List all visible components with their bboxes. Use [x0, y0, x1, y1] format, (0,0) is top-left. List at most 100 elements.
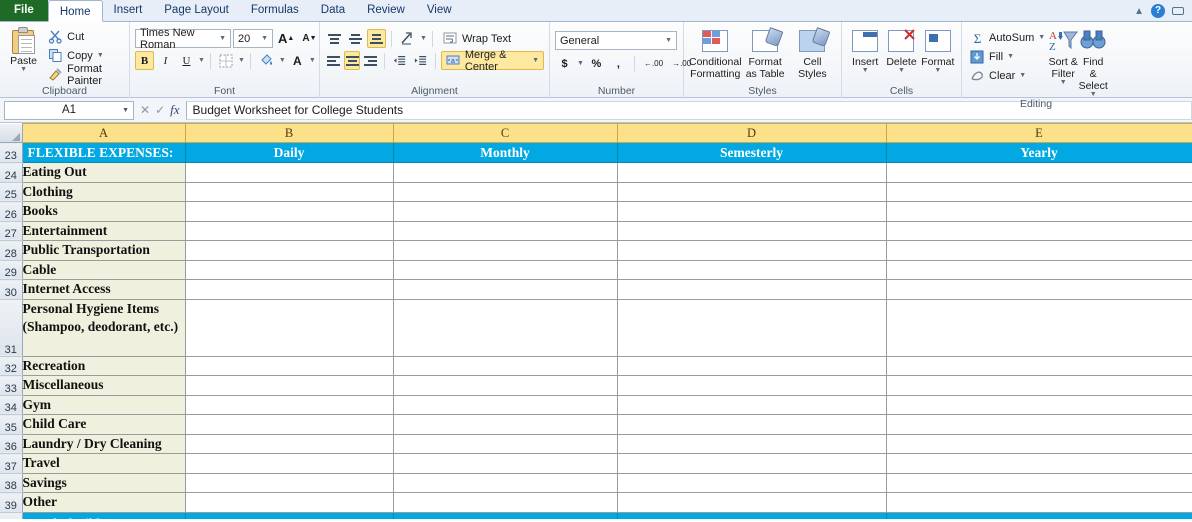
- value-yearly[interactable]: [886, 473, 1192, 493]
- insert-function-icon[interactable]: fx: [170, 102, 179, 118]
- delete-cells-button[interactable]: Delete ▼: [883, 27, 919, 74]
- value-monthly[interactable]: [393, 280, 617, 300]
- value-daily[interactable]: [185, 280, 393, 300]
- row-header-31[interactable]: 31: [0, 299, 22, 356]
- value-monthly[interactable]: [393, 299, 617, 356]
- value-yearly[interactable]: [886, 280, 1192, 300]
- expense-label[interactable]: Books: [22, 202, 185, 222]
- clear-dropdown-arrow[interactable]: ▼: [1019, 73, 1026, 79]
- value-monthly[interactable]: [393, 434, 617, 454]
- row-header-25[interactable]: 25: [0, 182, 22, 202]
- fill-dropdown-arrow[interactable]: ▼: [1007, 54, 1014, 60]
- value-yearly[interactable]: [886, 454, 1192, 474]
- font-size-input[interactable]: 20 ▼: [233, 29, 273, 48]
- value-yearly[interactable]: [886, 356, 1192, 376]
- italic-button[interactable]: I: [156, 51, 175, 70]
- value-semesterly[interactable]: [617, 395, 886, 415]
- value-monthly[interactable]: [393, 395, 617, 415]
- table-row[interactable]: 32 Recreation: [0, 356, 1192, 376]
- name-box-dropdown-arrow[interactable]: ▼: [122, 107, 129, 114]
- value-daily[interactable]: [185, 454, 393, 474]
- table-row[interactable]: 35 Child Care: [0, 415, 1192, 435]
- sort-filter-dropdown-arrow[interactable]: ▼: [1060, 80, 1067, 86]
- table-row[interactable]: 39 Other: [0, 493, 1192, 513]
- value-semesterly[interactable]: [617, 280, 886, 300]
- value-yearly[interactable]: [886, 221, 1192, 241]
- tab-data[interactable]: Data: [310, 0, 356, 21]
- value-semesterly[interactable]: [617, 454, 886, 474]
- table-row-total[interactable]: 40 Total Flexible Expenses: 0 0 0 0: [0, 512, 1192, 519]
- value-daily[interactable]: [185, 473, 393, 493]
- currency-dropdown-arrow[interactable]: ▼: [577, 61, 584, 67]
- row-header-39[interactable]: 39: [0, 493, 22, 513]
- expense-label[interactable]: Personal Hygiene Items (Shampoo, deodora…: [22, 299, 185, 356]
- table-row[interactable]: 31 Personal Hygiene Items (Shampoo, deod…: [0, 299, 1192, 356]
- table-row[interactable]: 33 Miscellaneous: [0, 376, 1192, 396]
- insert-dropdown-arrow[interactable]: ▼: [862, 68, 869, 74]
- orientation-icon[interactable]: [397, 29, 418, 48]
- tab-page-layout[interactable]: Page Layout: [153, 0, 240, 21]
- shrink-font-button[interactable]: A▼: [299, 29, 319, 48]
- value-daily[interactable]: [185, 202, 393, 222]
- value-daily[interactable]: [185, 241, 393, 261]
- autosum-button[interactable]: Σ AutoSum ▼: [967, 29, 1048, 47]
- font-color-icon[interactable]: A: [288, 51, 307, 70]
- table-row[interactable]: 29 Cable: [0, 260, 1192, 280]
- value-daily[interactable]: [185, 163, 393, 183]
- value-semesterly[interactable]: [617, 221, 886, 241]
- row-header-33[interactable]: 33: [0, 376, 22, 396]
- table-row[interactable]: 25 Clothing: [0, 182, 1192, 202]
- value-semesterly[interactable]: [617, 473, 886, 493]
- column-header-a[interactable]: A: [22, 124, 185, 143]
- value-monthly[interactable]: [393, 260, 617, 280]
- copy-dropdown-arrow[interactable]: ▼: [97, 53, 104, 59]
- row-header-28[interactable]: 28: [0, 241, 22, 261]
- value-daily[interactable]: [185, 434, 393, 454]
- section-header-label[interactable]: FLEXIBLE EXPENSES:: [22, 143, 185, 163]
- font-color-dropdown-arrow[interactable]: ▼: [309, 58, 316, 64]
- expense-label[interactable]: Other: [22, 493, 185, 513]
- value-semesterly[interactable]: [617, 202, 886, 222]
- sort-filter-button[interactable]: AZ Sort & Filter ▼: [1048, 27, 1078, 86]
- table-row[interactable]: 36 Laundry / Dry Cleaning: [0, 434, 1192, 454]
- value-monthly[interactable]: [393, 182, 617, 202]
- column-header-c[interactable]: C: [393, 124, 617, 143]
- value-daily[interactable]: [185, 395, 393, 415]
- total-label[interactable]: Total Flexible Expenses:: [22, 512, 185, 519]
- table-row[interactable]: 28 Public Transportation: [0, 241, 1192, 261]
- value-semesterly[interactable]: [617, 241, 886, 261]
- expense-label[interactable]: Internet Access: [22, 280, 185, 300]
- value-monthly[interactable]: [393, 473, 617, 493]
- format-dropdown-arrow[interactable]: ▼: [934, 68, 941, 74]
- value-yearly[interactable]: [886, 163, 1192, 183]
- tab-file[interactable]: File: [0, 0, 48, 21]
- font-size-dropdown-arrow[interactable]: ▼: [259, 35, 270, 42]
- table-row[interactable]: 27 Entertainment: [0, 221, 1192, 241]
- value-yearly[interactable]: [886, 395, 1192, 415]
- expense-label[interactable]: Savings: [22, 473, 185, 493]
- bold-button[interactable]: B: [135, 51, 154, 70]
- value-daily[interactable]: [185, 415, 393, 435]
- conditional-formatting-button[interactable]: Conditional Formatting: [689, 27, 742, 80]
- borders-dropdown-arrow[interactable]: ▼: [238, 58, 245, 64]
- value-daily[interactable]: [185, 182, 393, 202]
- value-yearly[interactable]: [886, 299, 1192, 356]
- tab-review[interactable]: Review: [356, 0, 416, 21]
- table-row[interactable]: 30 Internet Access: [0, 280, 1192, 300]
- row-header-34[interactable]: 34: [0, 395, 22, 415]
- merge-and-center-button[interactable]: a Merge & Center ▼: [441, 51, 544, 70]
- value-daily[interactable]: [185, 260, 393, 280]
- value-semesterly[interactable]: [617, 356, 886, 376]
- expense-label[interactable]: Eating Out: [22, 163, 185, 183]
- value-semesterly[interactable]: [617, 260, 886, 280]
- enter-formula-icon[interactable]: ✓: [155, 103, 165, 117]
- align-left-icon[interactable]: [325, 51, 342, 70]
- increase-indent-icon[interactable]: [411, 51, 430, 70]
- value-yearly[interactable]: [886, 493, 1192, 513]
- tab-home[interactable]: Home: [48, 0, 103, 22]
- cancel-formula-icon[interactable]: ✕: [140, 103, 150, 117]
- value-monthly[interactable]: [393, 163, 617, 183]
- expense-label[interactable]: Cable: [22, 260, 185, 280]
- column-header-b[interactable]: B: [185, 124, 393, 143]
- copy-button[interactable]: Copy ▼: [45, 47, 124, 64]
